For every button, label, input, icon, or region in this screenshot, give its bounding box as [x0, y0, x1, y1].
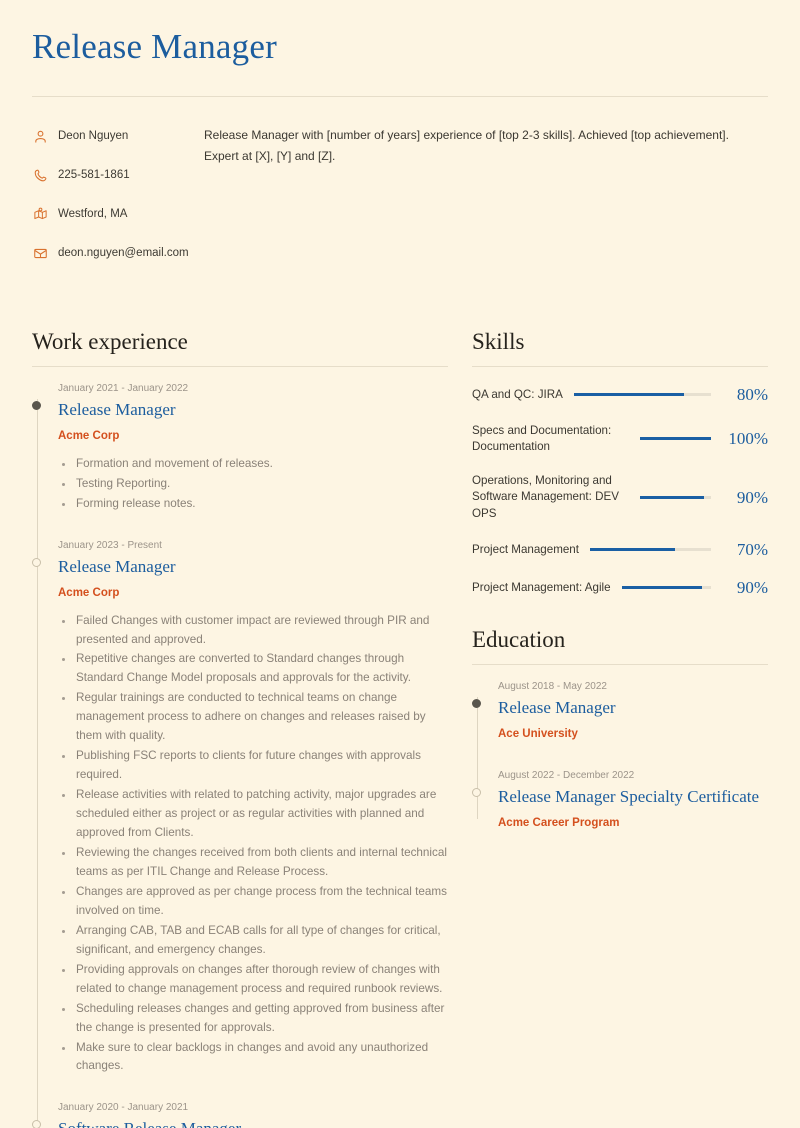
entry-degree: Release Manager Specialty Certificate: [498, 786, 760, 806]
entry-bullet: Repetitive changes are converted to Stan…: [58, 650, 448, 689]
phone-icon: [32, 167, 49, 184]
entry-company: Acme Corp: [58, 430, 120, 443]
body-columns: Work experience January 2021 - January 2…: [32, 280, 768, 1128]
education-entry[interactable]: August 2022 - December 2022 Release Manag…: [472, 768, 768, 833]
work-experience-timeline: January 2021 - January 2022 Release Manag…: [32, 367, 448, 1128]
skill-percent: 70%: [736, 539, 768, 559]
skill-progress-fill: [573, 393, 684, 397]
skill-progress-bar: [640, 437, 711, 441]
entry-bullet-list: Formation and movement of releases. Testi…: [58, 446, 448, 515]
contact-value: Deon Nguyen: [58, 130, 129, 143]
education-entry[interactable]: August 2018 - May 2022 Release Manager Ace…: [472, 679, 768, 768]
entry-bullet: Release activities with related to patch…: [58, 786, 448, 844]
contact-value: 225-581-1861: [58, 169, 130, 182]
timeline-marker-icon: [32, 400, 41, 410]
entry-bullet: Forming release notes.: [58, 495, 448, 515]
entry-job-title: Release Manager: [58, 399, 176, 419]
person-icon: [32, 128, 49, 145]
skill-label: Project Management: Agile: [472, 580, 611, 594]
skill-row: Project Management 70%: [472, 540, 768, 560]
skill-progress-bar: [573, 393, 711, 397]
entry-bullet: Reviewing the changes received from both…: [58, 844, 448, 883]
skill-label: Operations, Monitoring and Software Mana…: [472, 474, 619, 520]
skill-progress-bar: [589, 548, 711, 552]
entry-bullet: Testing Reporting.: [58, 475, 448, 495]
skill-percent: 80%: [736, 384, 768, 404]
contact-list: Deon Nguyen 225-581-1861 Westford, MA deon.…: [32, 124, 204, 280]
skill-row: QA and QC: JIRA 80%: [472, 385, 768, 405]
work-experience-entry[interactable]: January 2020 - January 2021 Software Rele…: [32, 1100, 448, 1128]
entry-bullet: Regular trainings are conducted to techn…: [58, 689, 448, 747]
skill-progress-fill: [589, 548, 675, 552]
contact-item[interactable]: Westford, MA: [32, 202, 204, 227]
professional-summary: Release Manager with [number of years] e…: [204, 128, 729, 163]
skill-label: Specs and Documentation: Documentation: [472, 423, 612, 453]
entry-bullet: Make sure to clear backlogs in changes a…: [58, 1039, 448, 1078]
contact-value: deon.nguyen@email.com: [58, 247, 189, 260]
right-column: Skills QA and QC: JIRA 80% Specs and Docum…: [472, 328, 768, 1128]
page-title: Release Manager: [32, 27, 277, 66]
work-experience-entry[interactable]: January 2023 - Present Release Manager Acm…: [32, 538, 448, 1101]
entry-degree: Release Manager: [498, 697, 616, 717]
education-heading: Education: [472, 626, 566, 652]
email-icon: [32, 245, 49, 262]
skill-label: Project Management: [472, 542, 579, 556]
location-icon: [32, 206, 49, 223]
skill-row: Project Management: Agile 90%: [472, 578, 768, 598]
entry-bullet: Scheduling releases changes and getting …: [58, 1000, 448, 1039]
timeline-marker-icon: [32, 557, 41, 567]
skill-percent: 90%: [736, 487, 768, 507]
contact-item[interactable]: 225-581-1861: [32, 163, 204, 188]
entry-school: Ace University: [498, 728, 578, 741]
entry-bullet: Providing approvals on changes after tho…: [58, 961, 448, 1000]
entry-bullet-list: Failed Changes with customer impact are …: [58, 603, 448, 1078]
entry-company: Acme Corp: [58, 587, 120, 600]
work-experience-entry[interactable]: January 2021 - January 2022 Release Manag…: [32, 381, 448, 538]
timeline-marker-icon: [472, 698, 481, 708]
education-section: Education August 2018 - May 2022 Release …: [472, 598, 768, 833]
skill-row: Operations, Monitoring and Software Mana…: [472, 473, 768, 522]
entry-bullet: Formation and movement of releases.: [58, 455, 448, 475]
entry-bullet: Changes are approved as per change proce…: [58, 883, 448, 922]
work-experience-section: Work experience January 2021 - January 2…: [32, 328, 448, 1128]
entry-date-range: August 2022 - December 2022: [498, 769, 635, 781]
skill-row: Specs and Documentation: Documentation 10…: [472, 423, 768, 455]
skill-progress-fill: [640, 437, 711, 441]
skill-label: QA and QC: JIRA: [472, 387, 563, 401]
entry-date-range: January 2023 - Present: [58, 539, 162, 551]
resume-page: Release Manager Deon Nguyen 225-581-1861 W…: [0, 0, 800, 1128]
entry-bullet: Publishing FSC reports to clients for fu…: [58, 747, 448, 786]
skill-progress-fill: [621, 586, 703, 590]
entry-date-range: January 2021 - January 2022: [58, 382, 189, 394]
skills-section: Skills QA and QC: JIRA 80% Specs and Docum…: [472, 328, 768, 598]
skill-percent: 100%: [728, 428, 768, 448]
skills-heading: Skills: [472, 329, 525, 354]
entry-date-range: August 2018 - May 2022: [498, 680, 607, 692]
timeline-marker-icon: [32, 1120, 41, 1128]
skills-list: QA and QC: JIRA 80% Specs and Documentatio…: [472, 367, 768, 598]
timeline-marker-icon: [472, 787, 481, 797]
entry-bullet: Arranging CAB, TAB and ECAB calls for al…: [58, 922, 448, 961]
skill-progress-bar: [640, 496, 711, 500]
skill-percent: 90%: [736, 577, 768, 597]
header-body: Deon Nguyen 225-581-1861 Westford, MA deon.…: [32, 97, 768, 280]
entry-school: Acme Career Program: [498, 817, 620, 830]
work-experience-heading: Work experience: [32, 329, 188, 354]
skill-progress-bar: [621, 586, 711, 590]
contact-value: Westford, MA: [58, 208, 128, 221]
education-timeline: August 2018 - May 2022 Release Manager Ace…: [472, 665, 768, 833]
entry-bullet: Failed Changes with customer impact are …: [58, 612, 448, 651]
skill-progress-fill: [640, 496, 704, 500]
entry-date-range: January 2020 - January 2021: [58, 1102, 189, 1114]
contact-item[interactable]: deon.nguyen@email.com: [32, 241, 204, 266]
entry-job-title: Release Manager: [58, 556, 176, 576]
contact-item[interactable]: Deon Nguyen: [32, 124, 204, 149]
entry-job-title: Software Release Manager: [58, 1118, 448, 1128]
